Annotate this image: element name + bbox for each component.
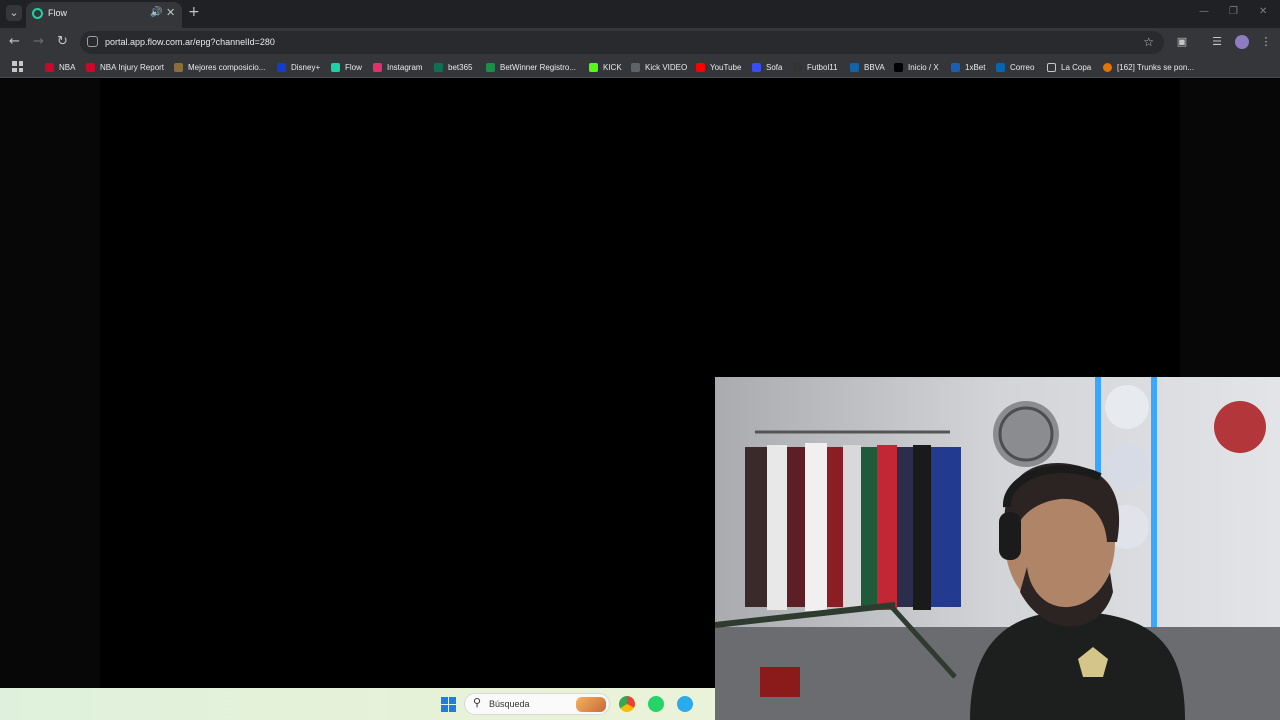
bookmark-nba-injury-report[interactable]: NBA Injury Report bbox=[86, 61, 164, 73]
betwinner-icon bbox=[486, 62, 495, 72]
telegram-icon[interactable] bbox=[677, 696, 693, 712]
bookmark-correo[interactable]: Correo bbox=[996, 61, 1034, 73]
instagram-icon bbox=[373, 62, 382, 72]
bookmark-favicon-icon bbox=[1103, 62, 1112, 72]
bookmarks-bar: NBA NBA Injury Report Mejores composicio… bbox=[0, 56, 1280, 78]
webcam-feed bbox=[715, 377, 1280, 720]
disney-icon bbox=[277, 62, 286, 72]
search-placeholder: Búsqueda bbox=[489, 699, 530, 709]
bookmark-bbva[interactable]: BBVA bbox=[850, 61, 885, 73]
flow-favicon-icon bbox=[32, 8, 43, 19]
tab-strip: ⌄ Flow 🔊 ✕ + — ❐ ✕ bbox=[0, 0, 1280, 28]
tab-title: Flow bbox=[48, 8, 68, 18]
sofascore-icon bbox=[752, 62, 761, 72]
forward-icon[interactable]: → bbox=[33, 34, 44, 49]
bbva-icon bbox=[850, 62, 859, 72]
windows-start-icon[interactable] bbox=[441, 697, 456, 712]
outlook-icon bbox=[996, 62, 1005, 72]
bookmark-instagram[interactable]: Instagram bbox=[373, 61, 423, 73]
whatsapp-icon[interactable] bbox=[648, 696, 664, 712]
bookmark-futbol11[interactable]: Futbol11 bbox=[793, 61, 838, 73]
browser-toolbar: ← → ↻ portal.app.flow.com.ar/epg?channel… bbox=[0, 28, 1280, 56]
bookmark-flow[interactable]: Flow bbox=[331, 61, 362, 73]
futbol11-icon bbox=[793, 62, 802, 72]
youtube-icon bbox=[696, 62, 705, 72]
bookmark-youtube[interactable]: YouTube bbox=[696, 61, 741, 73]
new-tab-button[interactable]: + bbox=[188, 4, 200, 20]
bookmark-x[interactable]: Inicio / X bbox=[894, 61, 939, 73]
bookmark-trunks[interactable]: [162] Trunks se pon... bbox=[1103, 61, 1194, 73]
more-menu-icon[interactable]: ⋮ bbox=[1259, 35, 1273, 49]
led-strip-right bbox=[1151, 377, 1157, 627]
reload-icon[interactable]: ↻ bbox=[57, 34, 68, 49]
flow-icon bbox=[331, 62, 340, 72]
bookmark-disney[interactable]: Disney+ bbox=[277, 61, 320, 73]
bookmark-nba[interactable]: NBA bbox=[45, 61, 75, 73]
media-controls-icon[interactable]: ☰ bbox=[1210, 35, 1224, 49]
nba-icon bbox=[45, 62, 54, 72]
minimize-icon[interactable]: — bbox=[1199, 6, 1209, 17]
window-close-icon[interactable]: ✕ bbox=[1259, 6, 1267, 17]
wall-emblem-icon bbox=[993, 401, 1059, 467]
tab-flow[interactable]: Flow 🔊 ✕ bbox=[26, 2, 182, 28]
bookmark-kick[interactable]: KICK bbox=[589, 61, 622, 73]
search-highlight-icon bbox=[576, 697, 606, 712]
chrome-icon[interactable] bbox=[619, 696, 635, 712]
bookmark-betwinner[interactable]: BetWinner Registro... bbox=[486, 61, 576, 73]
apps-grid-icon[interactable] bbox=[12, 61, 23, 72]
taskbar-search[interactable]: ⚲ Búsqueda bbox=[464, 693, 610, 715]
tab-close-icon[interactable]: ✕ bbox=[166, 6, 175, 19]
folder-icon bbox=[1047, 62, 1056, 72]
bookmark-mejores-composiciones[interactable]: Mejores composicio... bbox=[174, 61, 265, 73]
1xbet-icon bbox=[951, 62, 960, 72]
speaker-icon[interactable]: 🔊 bbox=[150, 7, 162, 18]
kick-icon bbox=[589, 62, 598, 72]
x-icon bbox=[894, 62, 903, 72]
url-text[interactable]: portal.app.flow.com.ar/epg?channelId=280 bbox=[105, 37, 275, 47]
nba-icon bbox=[86, 62, 95, 72]
bookmark-bet365[interactable]: bet365 bbox=[434, 61, 472, 73]
bookmark-kick-video[interactable]: Kick VIDEO bbox=[631, 61, 687, 73]
bookmark-1xbet[interactable]: 1xBet bbox=[951, 61, 985, 73]
jerseys-rack bbox=[745, 443, 961, 611]
bookmark-star-icon[interactable]: ☆ bbox=[1143, 35, 1154, 49]
back-icon[interactable]: ← bbox=[9, 34, 20, 49]
tab-search-menu-button[interactable]: ⌄ bbox=[6, 5, 22, 21]
kick-video-icon bbox=[631, 62, 640, 72]
extensions-icon[interactable]: ▣ bbox=[1175, 35, 1189, 49]
search-icon: ⚲ bbox=[473, 696, 482, 709]
restore-icon[interactable]: ❐ bbox=[1229, 6, 1238, 17]
bookmark-sofa[interactable]: Sofa bbox=[752, 61, 782, 73]
profile-avatar-icon[interactable] bbox=[1235, 35, 1249, 49]
bookmark-favicon-icon bbox=[174, 62, 183, 72]
webcam-overlay bbox=[715, 377, 1280, 720]
address-bar[interactable]: portal.app.flow.com.ar/epg?channelId=280… bbox=[80, 31, 1164, 54]
bookmark-folder-la-copa[interactable]: La Copa bbox=[1047, 61, 1091, 73]
bet365-icon bbox=[434, 62, 443, 72]
site-info-icon[interactable] bbox=[87, 36, 98, 47]
